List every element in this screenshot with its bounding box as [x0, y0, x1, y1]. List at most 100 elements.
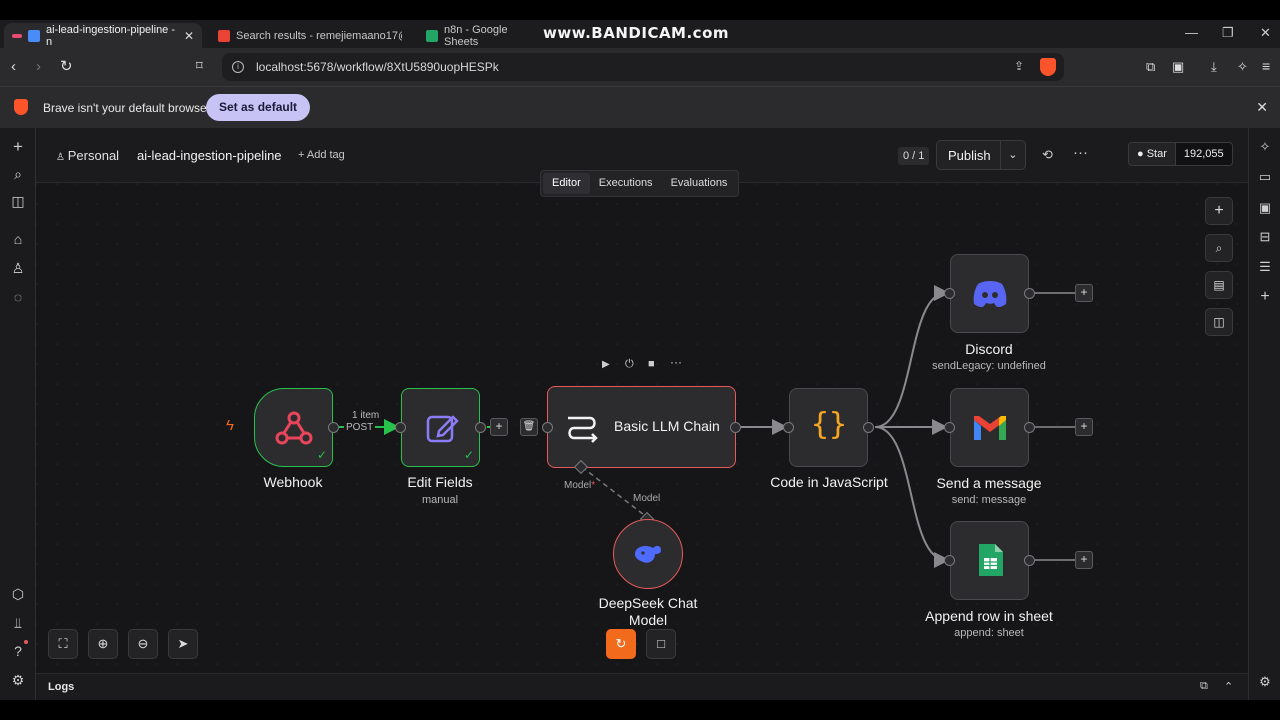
download-icon[interactable]: ⤓ [1211, 59, 1217, 75]
llm-output-handle[interactable] [730, 422, 741, 433]
delete-edge-icon[interactable]: 🗑 [520, 418, 538, 436]
model-port-label: Model* [564, 480, 595, 491]
close-icon[interactable]: ✕ [184, 29, 194, 43]
node-discord[interactable] [950, 254, 1029, 333]
back-icon[interactable]: ‹ [11, 58, 16, 75]
site-info-icon[interactable]: i [232, 61, 244, 73]
node-label: Discord [965, 341, 1013, 357]
gmail-favicon-icon [218, 29, 230, 42]
logs-panel-bar[interactable]: Logs ⧉ ⌃ [36, 673, 1248, 700]
success-check-icon: ✓ [463, 448, 474, 462]
insights-icon[interactable]: ⫫ [9, 614, 27, 632]
zoom-in-icon[interactable]: ⊕ [88, 629, 118, 659]
browser-tab-workflow[interactable]: ai-lead-ingestion-pipeline - n ✕ [4, 23, 202, 48]
execute-node-icon[interactable]: ▶ [602, 359, 610, 370]
chevron-up-icon[interactable]: ⌃ [1224, 680, 1233, 693]
github-star-widget[interactable]: ● Star 192,055 [1128, 142, 1233, 166]
wallet-icon[interactable]: ▣ [1172, 59, 1184, 75]
node-webhook[interactable]: ✓ [254, 388, 333, 467]
sheets-input-handle[interactable] [944, 555, 955, 566]
node-google-sheets[interactable] [950, 521, 1029, 600]
window-close-icon[interactable]: ✕ [1260, 25, 1271, 41]
node-edit-fields[interactable]: ✓ [401, 388, 480, 467]
discord-input-handle[interactable] [944, 288, 955, 299]
edit-input-handle[interactable] [395, 422, 406, 433]
chat-icon[interactable]: ◌ [9, 288, 27, 306]
stop-execution-button[interactable]: □ [646, 629, 676, 659]
help-icon[interactable]: ? [9, 642, 27, 660]
toggle-panel-icon[interactable]: ◫ [1205, 308, 1233, 336]
leo-icon[interactable]: ✧ [1256, 138, 1274, 156]
chevron-down-icon[interactable]: ⌄ [999, 141, 1025, 169]
wallet-sidebar-icon[interactable]: ▣ [1256, 199, 1274, 217]
workflow-name[interactable]: ai-lead-ingestion-pipeline [137, 148, 282, 163]
workflow-canvas[interactable]: 1 item POST + 🗑 ϟ ✓ Webhook ✓ Edit Field… [36, 183, 1248, 673]
gmail-input-handle[interactable] [944, 422, 955, 433]
code-input-handle[interactable] [783, 422, 794, 433]
sidebar-settings-icon[interactable]: ⚙ [1256, 673, 1274, 691]
add-tag-button[interactable]: + Add tag [298, 149, 345, 161]
banner-close-icon[interactable]: ✕ [1256, 99, 1268, 116]
zoom-out-icon[interactable]: ⊖ [128, 629, 158, 659]
browser-tab-sheets[interactable]: n8n - Google Sheets [418, 23, 548, 48]
add-after-discord-button[interactable]: + [1075, 284, 1093, 302]
settings-icon[interactable]: ⚙ [9, 671, 27, 689]
add-icon[interactable]: + [9, 138, 27, 156]
home-icon[interactable]: ⌂ [9, 230, 27, 248]
insert-node-button[interactable]: + [490, 418, 508, 436]
user-icon[interactable]: ♙ [9, 259, 27, 277]
project-breadcrumb[interactable]: ♙ Personal [56, 148, 119, 163]
discord-output-handle[interactable] [1024, 288, 1035, 299]
share-icon[interactable]: ⇪ [1014, 59, 1024, 73]
bookmarks-icon[interactable]: ⊟ [1256, 228, 1274, 246]
brave-shields-icon[interactable] [1040, 58, 1056, 76]
sheets-output-handle[interactable] [1024, 555, 1035, 566]
bookmark-icon[interactable]: ⌑ [196, 58, 203, 74]
delete-icon[interactable]: ■ [648, 358, 655, 370]
tab-executions[interactable]: Executions [590, 173, 662, 194]
leo-ai-icon[interactable]: ✧ [1237, 59, 1248, 75]
power-icon[interactable]: ⏻ [625, 358, 634, 371]
gmail-output-handle[interactable] [1024, 422, 1035, 433]
node-basic-llm-chain[interactable]: Basic LLM Chain [547, 386, 736, 468]
minimize-icon[interactable]: — [1185, 25, 1198, 40]
video-icon[interactable]: ▭ [1256, 168, 1274, 186]
node-more-icon[interactable]: ··· [670, 355, 682, 369]
pop-out-icon[interactable]: ⧉ [1200, 680, 1208, 693]
cursor-icon[interactable]: ➤ [168, 629, 198, 659]
reload-icon[interactable]: ↻ [60, 57, 73, 75]
edit-output-handle[interactable] [475, 422, 486, 433]
sticky-note-icon[interactable]: ▤ [1205, 271, 1233, 299]
node-gmail[interactable] [950, 388, 1029, 467]
set-default-button[interactable]: Set as default [206, 94, 311, 121]
add-node-icon[interactable]: + [1205, 197, 1233, 225]
browser-tab-gmail[interactable]: Search results - remejiemaano17@gm [210, 23, 410, 48]
tab-editor[interactable]: Editor [543, 173, 590, 194]
sheets-favicon-icon [426, 29, 438, 42]
address-bar[interactable]: i localhost:5678/workflow/8XtU5890uopHES… [222, 53, 1064, 81]
fit-view-icon[interactable]: ⛶ [48, 629, 78, 659]
code-output-handle[interactable] [863, 422, 874, 433]
webhook-output-handle[interactable] [328, 422, 339, 433]
history-icon[interactable]: ⟲ [1042, 147, 1053, 163]
templates-icon[interactable]: ⬡ [9, 585, 27, 603]
llm-input-handle[interactable] [542, 422, 553, 433]
extensions-icon[interactable]: ⧉ [1146, 59, 1155, 75]
menu-icon[interactable]: ≡ [1262, 58, 1270, 74]
more-options-icon[interactable]: ··· [1073, 144, 1088, 161]
reading-list-icon[interactable]: ☰ [1256, 258, 1274, 276]
node-deepseek-chat-model[interactable] [613, 519, 683, 589]
maximize-icon[interactable]: ❐ [1222, 25, 1234, 41]
panel-icon[interactable]: ◫ [9, 192, 27, 210]
add-sidebar-icon[interactable]: + [1256, 288, 1274, 306]
search-nodes-icon[interactable]: ⌕ [1205, 234, 1233, 262]
search-icon[interactable]: ⌕ [9, 165, 27, 183]
node-code[interactable]: {} [789, 388, 868, 467]
execute-workflow-button[interactable]: ↻ [606, 629, 636, 659]
github-star-button[interactable]: ● Star [1129, 143, 1175, 165]
add-after-sheets-button[interactable]: + [1075, 551, 1093, 569]
publish-button[interactable]: Publish [937, 148, 1000, 163]
add-after-gmail-button[interactable]: + [1075, 418, 1093, 436]
forward-icon[interactable]: › [36, 58, 41, 75]
tab-evaluations[interactable]: Evaluations [662, 173, 737, 194]
